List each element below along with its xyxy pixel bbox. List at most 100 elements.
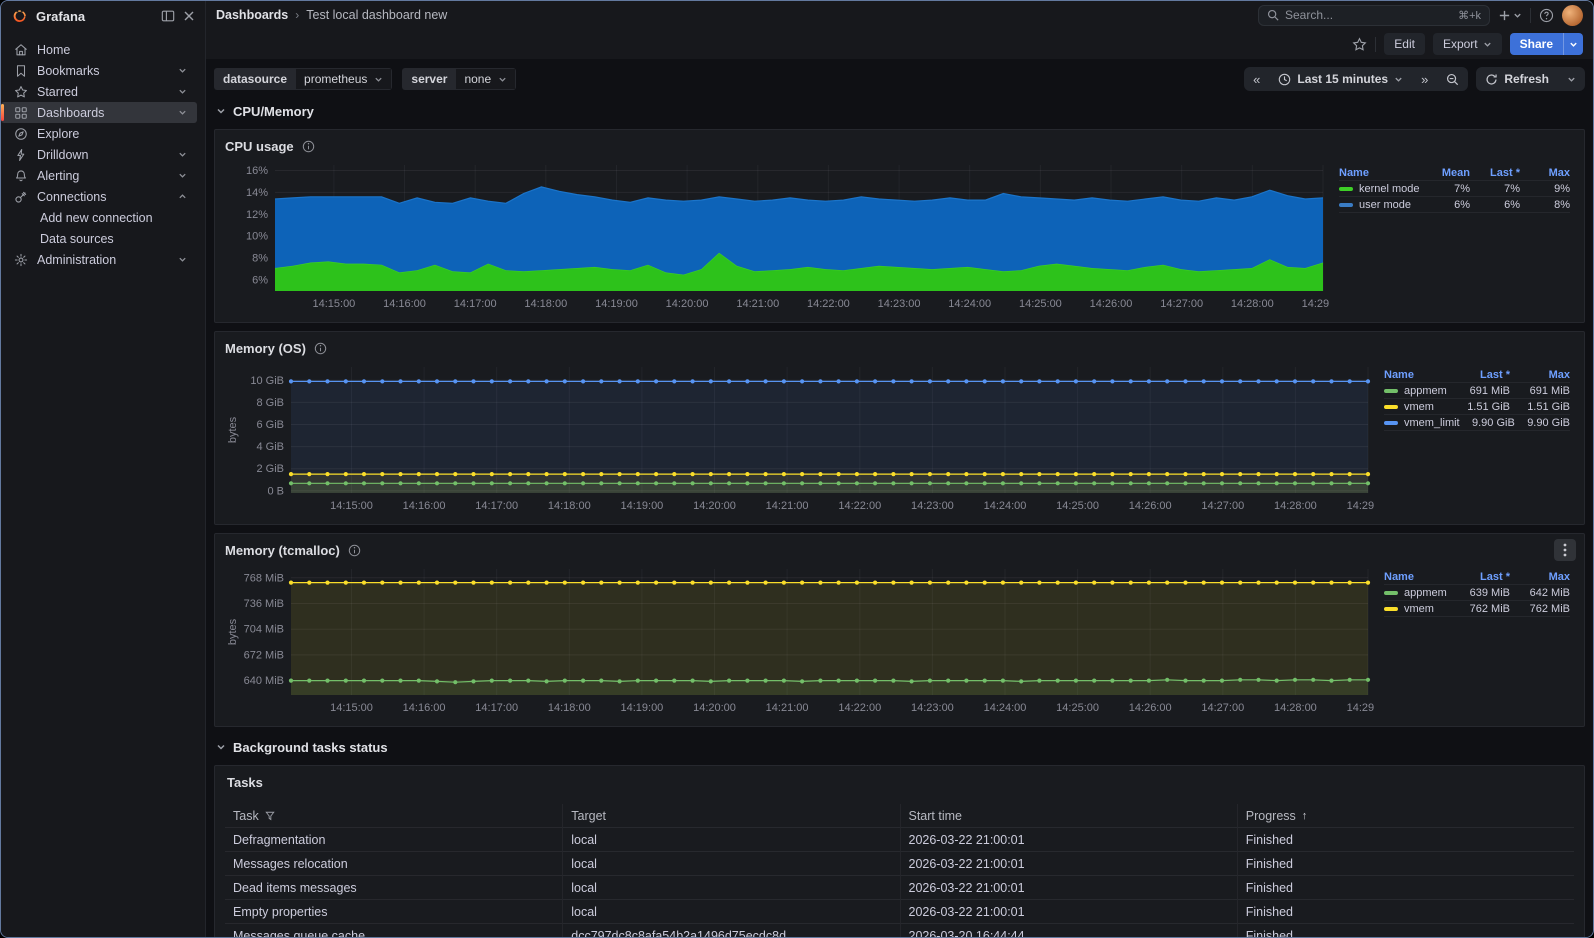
help-button[interactable]: [1539, 8, 1554, 23]
tasks-col-header-progress[interactable]: Progress ↑: [1237, 804, 1574, 828]
legend-series-toggle[interactable]: vmem: [1384, 401, 1450, 413]
chevron-down-icon: [498, 75, 507, 84]
panel-header[interactable]: CPU usage: [225, 135, 1574, 157]
section-background-tasks[interactable]: Background tasks status: [216, 735, 1585, 759]
time-range-picker[interactable]: Last 15 minutes: [1269, 67, 1412, 91]
variable-value-dropdown[interactable]: none: [456, 68, 516, 90]
avatar[interactable]: [1562, 5, 1583, 26]
chevron-down-icon: [178, 108, 187, 117]
favorite-star-icon[interactable]: [1352, 37, 1367, 52]
svg-text:6 GiB: 6 GiB: [256, 419, 284, 431]
share-dropdown-button[interactable]: [1563, 33, 1583, 55]
memory-os-chart[interactable]: 0 B2 GiB4 GiB6 GiB8 GiB10 GiB14:15:0014:…: [225, 359, 1374, 515]
info-icon[interactable]: [314, 342, 327, 355]
legend-series-toggle[interactable]: appmem: [1384, 587, 1450, 599]
refresh-interval-dropdown[interactable]: [1558, 67, 1585, 91]
sidebar-item-administration[interactable]: Administration: [1, 249, 197, 270]
table-cell: local: [562, 828, 899, 852]
variable-chip-datasource[interactable]: datasourceprometheus: [214, 68, 392, 90]
edit-button[interactable]: Edit: [1384, 33, 1425, 55]
svg-text:10%: 10%: [246, 231, 268, 243]
sidebar-item-connections[interactable]: Connections: [1, 186, 197, 207]
legend-col[interactable]: Max: [1510, 369, 1570, 381]
sidebar-item-home[interactable]: Home: [1, 39, 197, 60]
sidebar-item-label: Explore: [37, 127, 187, 141]
svg-text:14:21:00: 14:21:00: [766, 702, 809, 714]
legend-series-toggle[interactable]: kernel mode: [1339, 183, 1420, 195]
sidebar-item-data-sources[interactable]: Data sources: [1, 228, 197, 249]
cpu-usage-legend: NameMeanLast *Maxkernel mode7%7%9%user m…: [1329, 157, 1574, 313]
sidebar-item-alerting[interactable]: Alerting: [1, 165, 197, 186]
sidebar-item-explore[interactable]: Explore: [1, 123, 197, 144]
legend-col[interactable]: Mean: [1420, 167, 1470, 179]
info-icon[interactable]: [302, 140, 315, 153]
legend-row: vmem_limit9.90 GiB9.90 GiB: [1384, 415, 1570, 431]
zoom-out-button[interactable]: [1437, 67, 1468, 91]
svg-text:14:19:00: 14:19:00: [620, 500, 663, 512]
search-icon: [1267, 9, 1279, 21]
memory-tcmalloc-chart[interactable]: 640 MiB672 MiB704 MiB736 MiB768 MiB14:15…: [225, 561, 1374, 717]
legend-value: 9.90 GiB: [1515, 417, 1570, 429]
section-cpu-memory[interactable]: CPU/Memory: [216, 99, 1585, 123]
legend-series-toggle[interactable]: vmem: [1384, 603, 1450, 615]
refresh-button[interactable]: Refresh: [1476, 67, 1558, 91]
legend-series-toggle[interactable]: appmem: [1384, 385, 1450, 397]
export-button[interactable]: Export: [1433, 33, 1502, 55]
sidebar-item-drilldown[interactable]: Drilldown: [1, 144, 197, 165]
cpu-usage-chart[interactable]: 6%8%10%12%14%16%14:15:0014:16:0014:17:00…: [225, 157, 1329, 313]
legend-col-name[interactable]: Name: [1384, 571, 1450, 583]
svg-text:14:18:00: 14:18:00: [548, 500, 591, 512]
legend-col[interactable]: Last *: [1470, 167, 1520, 179]
legend-series-toggle[interactable]: vmem_limit: [1384, 417, 1460, 429]
legend-series-toggle[interactable]: user mode: [1339, 199, 1420, 211]
legend-col[interactable]: Max: [1520, 167, 1570, 179]
variable-chip-server[interactable]: servernone: [402, 68, 516, 90]
sidebar-item-bookmarks[interactable]: Bookmarks: [1, 60, 197, 81]
info-icon[interactable]: [348, 544, 361, 557]
legend-col-name[interactable]: Name: [1384, 369, 1450, 381]
search-input[interactable]: Search... ⌘+k: [1258, 5, 1490, 26]
breadcrumb-dashboards[interactable]: Dashboards: [216, 8, 288, 22]
panel-cpu-usage: CPU usage 6%8%10%12%14%16%14:15:0014:16:…: [214, 129, 1585, 323]
svg-text:14:20:00: 14:20:00: [666, 298, 709, 310]
table-cell: Messages queue cache: [225, 924, 562, 937]
time-back-button[interactable]: «: [1244, 67, 1269, 91]
svg-text:14:23:00: 14:23:00: [911, 500, 954, 512]
variable-label: datasource: [214, 68, 296, 90]
sidebar-item-dashboards[interactable]: Dashboards: [1, 102, 197, 123]
clock-icon: [1278, 73, 1291, 86]
series-color-swatch: [1384, 607, 1398, 611]
svg-text:14%: 14%: [246, 187, 268, 199]
sidebar-item-starred[interactable]: Starred: [1, 81, 197, 102]
svg-text:14:29:00: 14:29:00: [1347, 702, 1374, 714]
star-icon: [13, 85, 28, 99]
tasks-col-header-start-time[interactable]: Start time: [900, 804, 1237, 828]
time-forward-button[interactable]: »: [1412, 67, 1437, 91]
legend-col[interactable]: Max: [1510, 571, 1570, 583]
svg-text:14:20:00: 14:20:00: [693, 500, 736, 512]
svg-text:0 B: 0 B: [267, 485, 284, 497]
tasks-col-header-target[interactable]: Target: [562, 804, 899, 828]
panel-menu-kebab-icon[interactable]: [1554, 539, 1576, 561]
dock-sidebar-icon[interactable]: [161, 9, 175, 23]
panel-tasks: Tasks Task TargetStart timeProgress ↑Def…: [214, 765, 1585, 937]
svg-text:2 GiB: 2 GiB: [256, 463, 284, 475]
refresh-group: Refresh: [1476, 67, 1585, 91]
legend-col[interactable]: Last *: [1450, 571, 1510, 583]
svg-text:14:25:00: 14:25:00: [1056, 500, 1099, 512]
variable-value-dropdown[interactable]: prometheus: [296, 68, 392, 90]
share-button[interactable]: Share: [1510, 33, 1563, 55]
legend-col-name[interactable]: Name: [1339, 167, 1420, 179]
panel-header[interactable]: Memory (tcmalloc): [225, 539, 1574, 561]
sidebar-item-label: Data sources: [40, 232, 187, 246]
tasks-col-header-task[interactable]: Task: [225, 804, 562, 828]
sidebar-item-add-new-connection[interactable]: Add new connection: [1, 207, 197, 228]
close-sidebar-icon[interactable]: [183, 10, 195, 22]
legend-col[interactable]: Last *: [1450, 369, 1510, 381]
panel-header[interactable]: Memory (OS): [225, 337, 1574, 359]
table-cell: Finished: [1237, 852, 1574, 876]
svg-text:14:25:00: 14:25:00: [1056, 702, 1099, 714]
filter-icon[interactable]: [265, 811, 275, 821]
legend-value: 639 MiB: [1450, 587, 1510, 599]
add-new-button[interactable]: [1498, 9, 1522, 22]
